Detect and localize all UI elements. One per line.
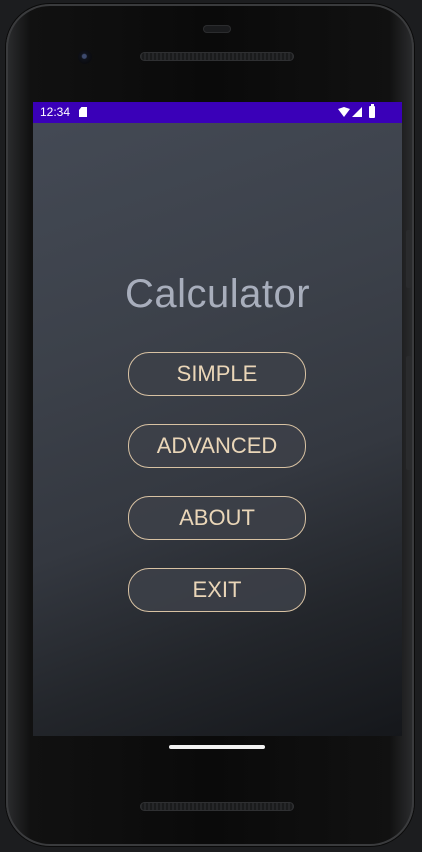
about-button[interactable]: ABOUT (128, 496, 306, 540)
status-bar: 12:34 (33, 102, 402, 123)
front-camera-icon (78, 50, 92, 64)
top-speaker-grille (140, 52, 294, 61)
sd-card-icon (79, 107, 87, 117)
earpiece (203, 25, 231, 33)
screen: 12:34 Calculator SIMPLE ADVANCED ABOUT E… (33, 102, 402, 736)
volume-button[interactable] (406, 356, 412, 470)
bottom-speaker-grille (140, 802, 294, 811)
app-title: Calculator (124, 272, 311, 316)
home-gesture-handle[interactable] (169, 745, 265, 749)
wifi-icon (338, 107, 350, 117)
simple-button[interactable]: SIMPLE (128, 352, 306, 396)
advanced-button[interactable]: ADVANCED (128, 424, 306, 468)
cell-signal-icon (352, 107, 362, 117)
battery-icon (369, 104, 375, 118)
phone-frame: 12:34 Calculator SIMPLE ADVANCED ABOUT E… (6, 4, 414, 846)
status-time: 12:34 (40, 105, 71, 119)
exit-button[interactable]: EXIT (128, 568, 306, 612)
power-button[interactable] (406, 230, 412, 288)
